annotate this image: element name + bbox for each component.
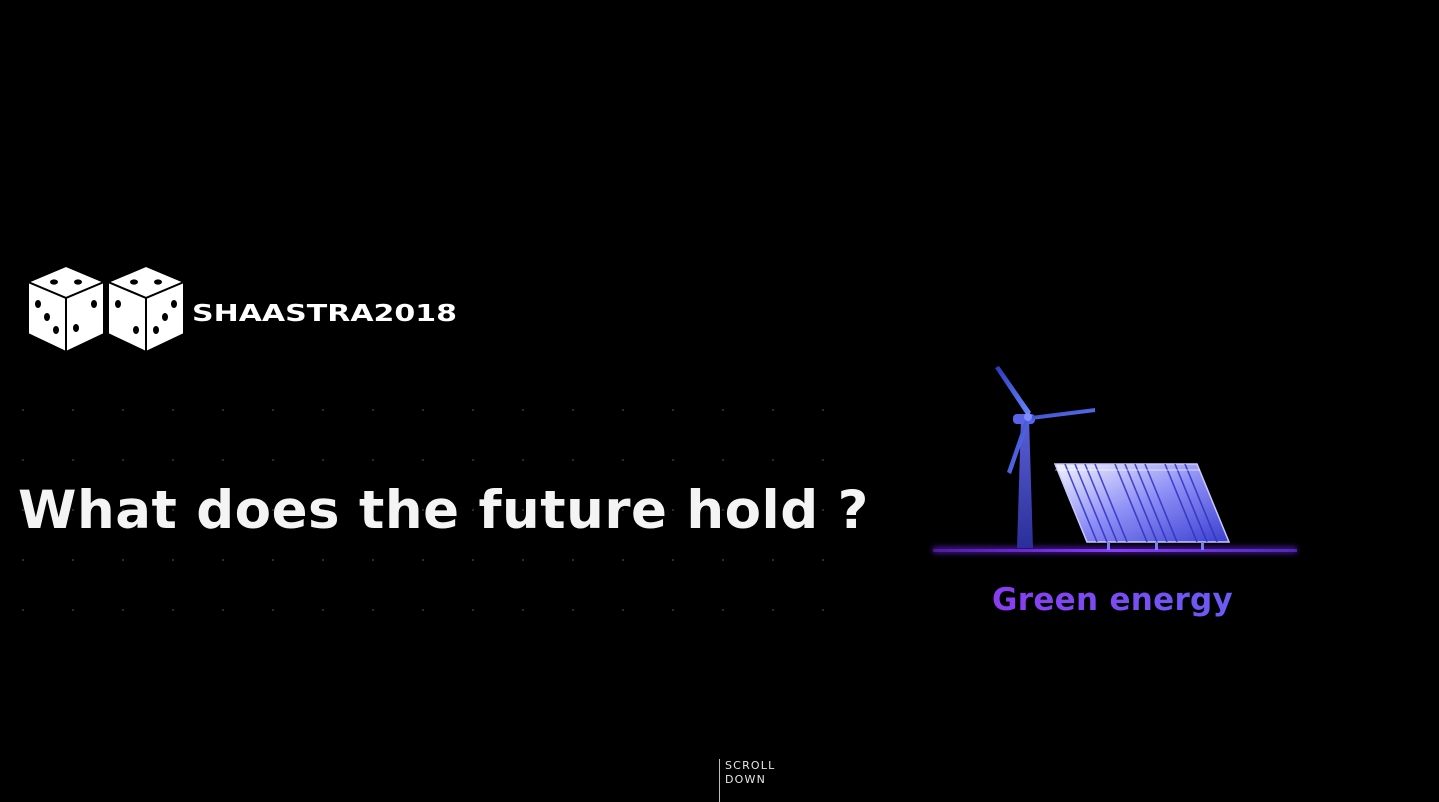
grid-dot <box>222 559 224 561</box>
grid-dot <box>322 409 324 411</box>
grid-dot <box>522 559 524 561</box>
grid-dot <box>422 409 424 411</box>
grid-dot <box>772 609 774 611</box>
grid-dot <box>172 459 174 461</box>
grid-dot <box>372 559 374 561</box>
grid-dot <box>172 559 174 561</box>
grid-dot <box>222 409 224 411</box>
scroll-down-line1: SCROLL <box>725 759 776 772</box>
grid-dot <box>672 409 674 411</box>
grid-dot <box>472 409 474 411</box>
grid-dot <box>522 409 524 411</box>
logo-text: SHAASTRA2018 <box>192 299 458 327</box>
grid-dot <box>722 609 724 611</box>
wind-turbine-solar-panel-icon <box>933 366 1297 553</box>
grid-dot <box>372 609 374 611</box>
grid-dot <box>672 609 674 611</box>
scroll-down-line2: DOWN <box>725 773 767 786</box>
dice-icon <box>27 265 185 353</box>
grid-dot <box>272 459 274 461</box>
grid-dot <box>322 609 324 611</box>
grid-dot <box>172 409 174 411</box>
grid-dot <box>622 559 624 561</box>
grid-dot <box>622 609 624 611</box>
grid-dot <box>172 609 174 611</box>
grid-dot <box>572 409 574 411</box>
grid-dot <box>122 559 124 561</box>
grid-dot <box>472 559 474 561</box>
grid-dot <box>372 409 374 411</box>
grid-dot <box>122 459 124 461</box>
grid-dot <box>322 459 324 461</box>
grid-dot <box>472 609 474 611</box>
grid-dot <box>322 559 324 561</box>
grid-dot <box>572 609 574 611</box>
grid-dot <box>422 459 424 461</box>
grid-dot <box>772 559 774 561</box>
grid-dot <box>722 559 724 561</box>
grid-dot <box>22 459 24 461</box>
grid-dot <box>222 609 224 611</box>
grid-dot <box>122 409 124 411</box>
grid-dot <box>822 609 824 611</box>
grid-dot <box>422 559 424 561</box>
grid-dot <box>22 609 24 611</box>
grid-dot <box>72 559 74 561</box>
grid-dot <box>622 409 624 411</box>
grid-dot <box>722 409 724 411</box>
grid-dot <box>422 609 424 611</box>
grid-dot <box>472 459 474 461</box>
grid-dot <box>72 609 74 611</box>
grid-dot <box>522 459 524 461</box>
grid-dot <box>822 459 824 461</box>
page: SHAASTRA2018 What does the future hold ? <box>0 0 1439 802</box>
grid-dot <box>672 459 674 461</box>
grid-dot <box>672 559 674 561</box>
grid-dot <box>572 559 574 561</box>
scroll-down-hint[interactable]: SCROLL DOWN <box>719 759 775 802</box>
grid-dot <box>572 459 574 461</box>
grid-dot <box>222 459 224 461</box>
grid-dot <box>822 559 824 561</box>
grid-dot <box>272 609 274 611</box>
grid-dot <box>622 459 624 461</box>
grid-dot <box>72 459 74 461</box>
grid-dot <box>72 409 74 411</box>
grid-dot <box>372 459 374 461</box>
grid-dot <box>772 459 774 461</box>
grid-dot <box>722 459 724 461</box>
hero-headline: What does the future hold ? <box>18 480 869 541</box>
grid-dot <box>122 609 124 611</box>
grid-dot <box>272 559 274 561</box>
grid-dot <box>822 409 824 411</box>
site-logo[interactable]: SHAASTRA2018 <box>24 264 457 354</box>
illustration-caption: Green energy <box>992 582 1234 618</box>
grid-dot <box>22 409 24 411</box>
grid-dot <box>22 559 24 561</box>
grid-dot <box>522 609 524 611</box>
grid-dot <box>772 409 774 411</box>
grid-dot <box>272 409 274 411</box>
